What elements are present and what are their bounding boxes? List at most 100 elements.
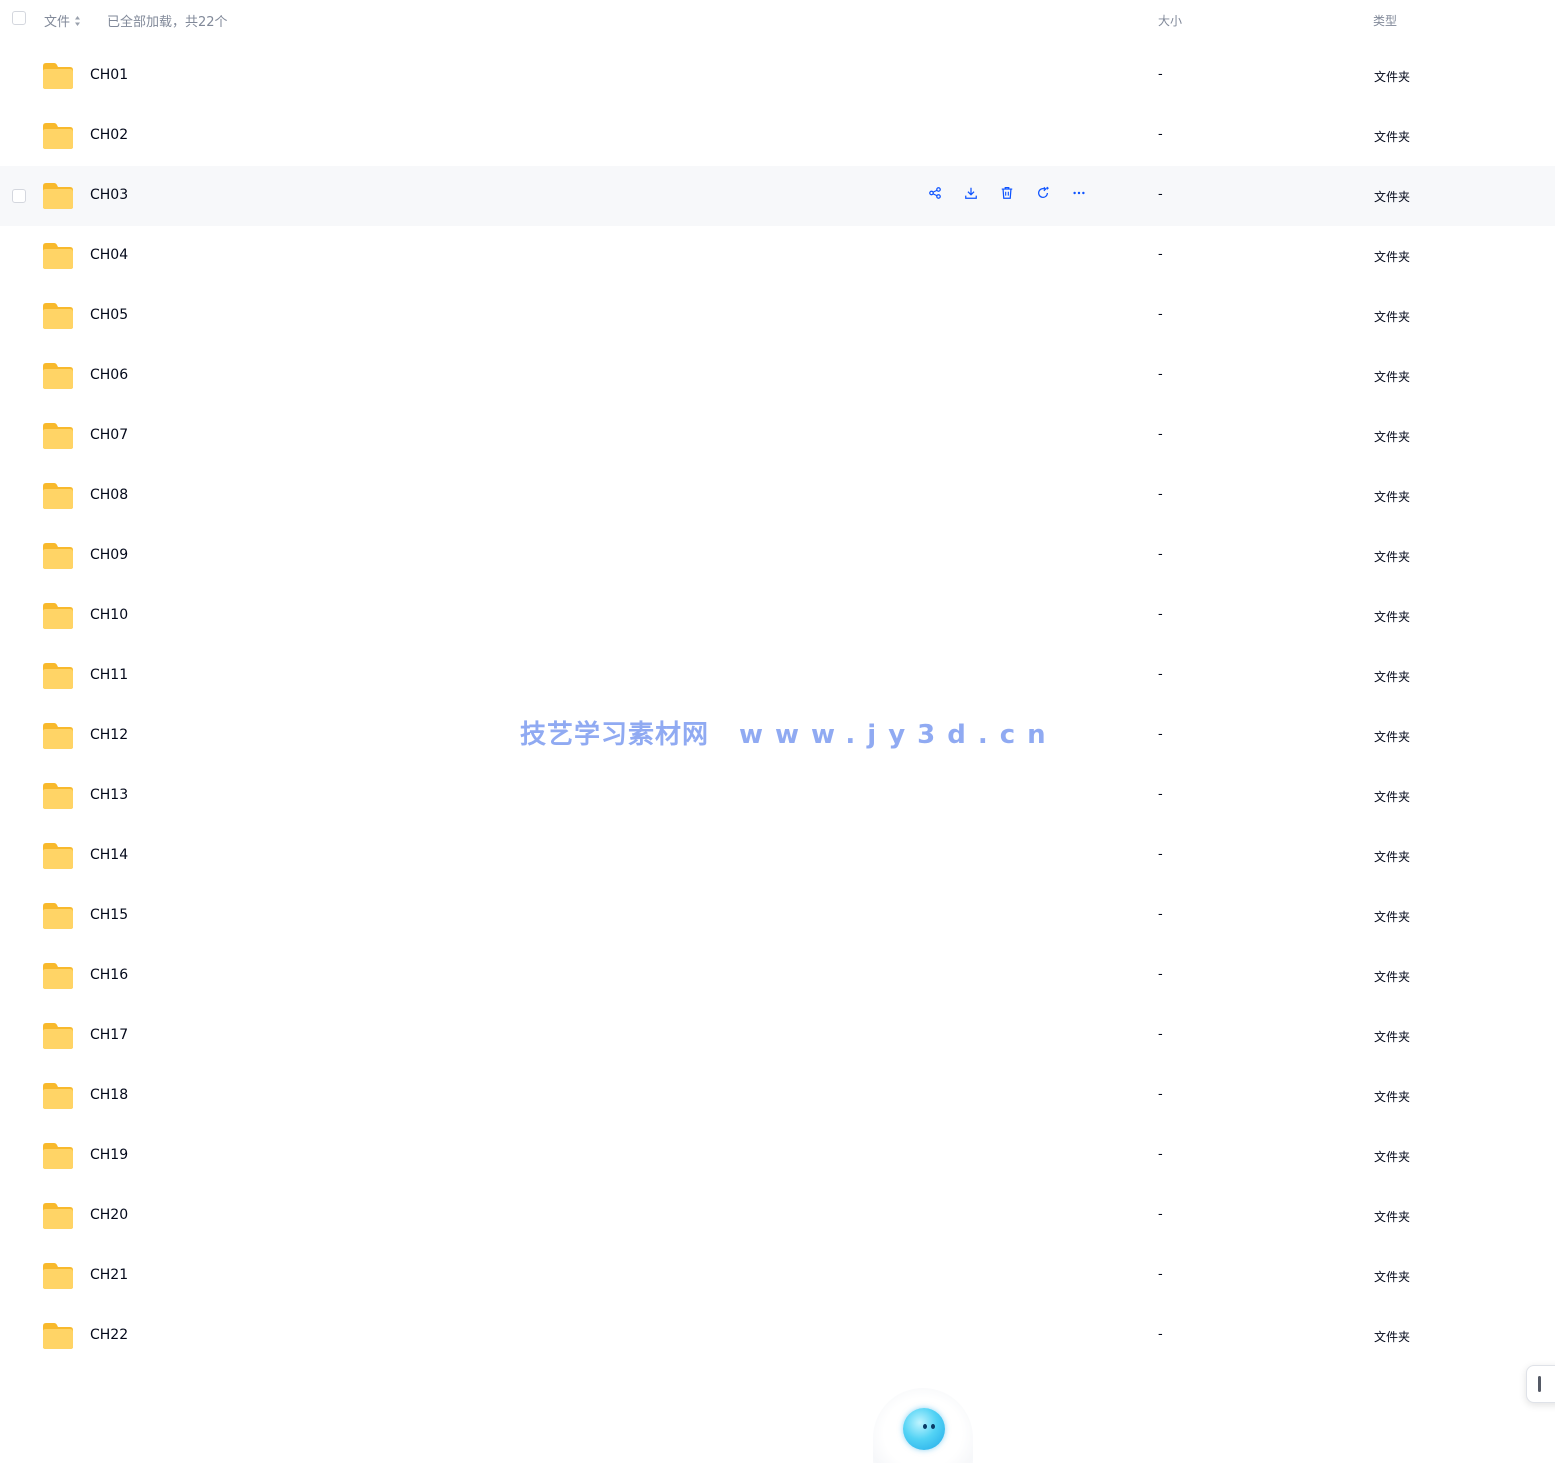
file-name[interactable]: CH11: [90, 667, 128, 683]
file-type: 文件夹: [1374, 970, 1411, 984]
file-name[interactable]: CH01: [90, 67, 128, 83]
file-row[interactable]: CH11 - 文件夹: [0, 646, 1555, 706]
file-type: 文件夹: [1374, 370, 1411, 384]
file-name[interactable]: CH21: [90, 1267, 128, 1283]
folder-icon: [42, 242, 74, 270]
file-name[interactable]: CH07: [90, 427, 128, 443]
file-type: 文件夹: [1374, 850, 1411, 864]
folder-icon: [42, 662, 74, 690]
file-name[interactable]: CH20: [90, 1207, 128, 1223]
file-list: CH01 - 文件夹 CH02 - 文件夹 CH03 - 文件夹 CH04 - 文件夹 CH05 - 文件夹…: [0, 46, 1555, 1366]
file-name[interactable]: CH04: [90, 247, 128, 263]
folder-icon: [42, 1322, 74, 1350]
file-size: -: [1158, 1087, 1163, 1102]
file-row[interactable]: CH13 - 文件夹: [0, 766, 1555, 826]
name-column-label: 文件: [44, 15, 71, 30]
row-checkbox[interactable]: [12, 189, 26, 203]
share-icon: [928, 185, 942, 204]
watermark-site-name: 技艺学习素材网: [520, 720, 710, 750]
type-column-header: 类型: [1373, 14, 1398, 28]
file-row[interactable]: CH18 - 文件夹: [0, 1066, 1555, 1126]
file-row[interactable]: CH07 - 文件夹: [0, 406, 1555, 466]
file-type: 文件夹: [1374, 1150, 1411, 1164]
file-row[interactable]: CH17 - 文件夹: [0, 1006, 1555, 1066]
folder-icon: [42, 1262, 74, 1290]
folder-icon: [42, 302, 74, 330]
file-row[interactable]: CH21 - 文件夹: [0, 1246, 1555, 1306]
folder-icon: [42, 842, 74, 870]
refresh-icon: [1036, 185, 1050, 204]
share-button[interactable]: [926, 185, 944, 203]
file-row[interactable]: CH08 - 文件夹: [0, 466, 1555, 526]
file-name[interactable]: CH13: [90, 787, 128, 803]
file-row[interactable]: CH06 - 文件夹: [0, 346, 1555, 406]
file-name[interactable]: CH09: [90, 547, 128, 563]
file-name[interactable]: CH15: [90, 907, 128, 923]
file-row[interactable]: CH15 - 文件夹: [0, 886, 1555, 946]
file-name[interactable]: CH12: [90, 727, 128, 743]
file-type: 文件夹: [1374, 910, 1411, 924]
file-type: 文件夹: [1374, 250, 1411, 264]
file-size: -: [1158, 907, 1163, 922]
file-type: 文件夹: [1374, 790, 1411, 804]
file-name[interactable]: CH18: [90, 1087, 128, 1103]
file-row[interactable]: CH09 - 文件夹: [0, 526, 1555, 586]
folder-icon: [42, 902, 74, 930]
file-list-page: 文件 已全部加载，共22个 大小 类型 CH01- 文件夹 CH02- 文件夹 CH03…: [0, 0, 1555, 1463]
file-type: 文件夹: [1374, 310, 1411, 324]
file-size: -: [1158, 547, 1163, 562]
file-size: -: [1158, 1267, 1163, 1282]
file-name[interactable]: CH22: [90, 1327, 128, 1343]
file-size: -: [1158, 247, 1163, 262]
file-row[interactable]: CH16 - 文件夹: [0, 946, 1555, 1006]
side-panel-handle[interactable]: [1526, 1365, 1555, 1403]
sort-icon[interactable]: [74, 15, 81, 27]
file-size: -: [1158, 787, 1163, 802]
folder-icon: [42, 422, 74, 450]
file-name[interactable]: CH08: [90, 487, 128, 503]
file-type: 文件夹: [1374, 730, 1411, 744]
file-row[interactable]: CH10 - 文件夹: [0, 586, 1555, 646]
file-size: -: [1158, 487, 1163, 502]
file-size: -: [1158, 1207, 1163, 1222]
handle-grip-icon: [1538, 1376, 1541, 1392]
folder-icon: [42, 1022, 74, 1050]
more-button[interactable]: [1070, 185, 1088, 203]
file-name[interactable]: CH06: [90, 367, 128, 383]
watermark-url: www.jy3d.cn: [739, 720, 1058, 750]
download-icon: [964, 185, 978, 204]
file-name[interactable]: CH05: [90, 307, 128, 323]
name-column-header[interactable]: 文件: [44, 11, 81, 30]
file-name[interactable]: CH16: [90, 967, 128, 983]
delete-button[interactable]: [998, 185, 1016, 203]
file-type: 文件夹: [1374, 1030, 1411, 1044]
file-row[interactable]: CH14 - 文件夹: [0, 826, 1555, 886]
file-type: 文件夹: [1374, 190, 1411, 204]
file-row[interactable]: CH01 - 文件夹: [0, 46, 1555, 106]
file-name[interactable]: CH19: [90, 1147, 128, 1163]
file-row[interactable]: CH02 - 文件夹: [0, 106, 1555, 166]
file-type: 文件夹: [1374, 1090, 1411, 1104]
file-row[interactable]: CH04 - 文件夹: [0, 226, 1555, 286]
file-name[interactable]: CH17: [90, 1027, 128, 1043]
file-type: 文件夹: [1374, 130, 1411, 144]
folder-icon: [42, 122, 74, 150]
download-button[interactable]: [962, 185, 980, 203]
file-type: 文件夹: [1374, 490, 1411, 504]
refresh-button[interactable]: [1034, 185, 1052, 203]
file-name[interactable]: CH10: [90, 607, 128, 623]
file-row[interactable]: CH22 - 文件夹: [0, 1306, 1555, 1366]
folder-icon: [42, 962, 74, 990]
file-row[interactable]: CH20 - 文件夹: [0, 1186, 1555, 1246]
assistant-avatar-icon[interactable]: [903, 1408, 945, 1450]
file-name[interactable]: CH14: [90, 847, 128, 863]
file-name[interactable]: CH02: [90, 127, 128, 143]
row-actions: [926, 185, 1088, 203]
file-row[interactable]: CH05 - 文件夹: [0, 286, 1555, 346]
folder-icon: [42, 1202, 74, 1230]
file-name[interactable]: CH03: [90, 187, 128, 203]
select-all-checkbox[interactable]: [12, 11, 26, 25]
file-row[interactable]: CH19 - 文件夹: [0, 1126, 1555, 1186]
file-row[interactable]: CH03 - 文件夹: [0, 166, 1555, 226]
file-type: 文件夹: [1374, 1270, 1411, 1284]
